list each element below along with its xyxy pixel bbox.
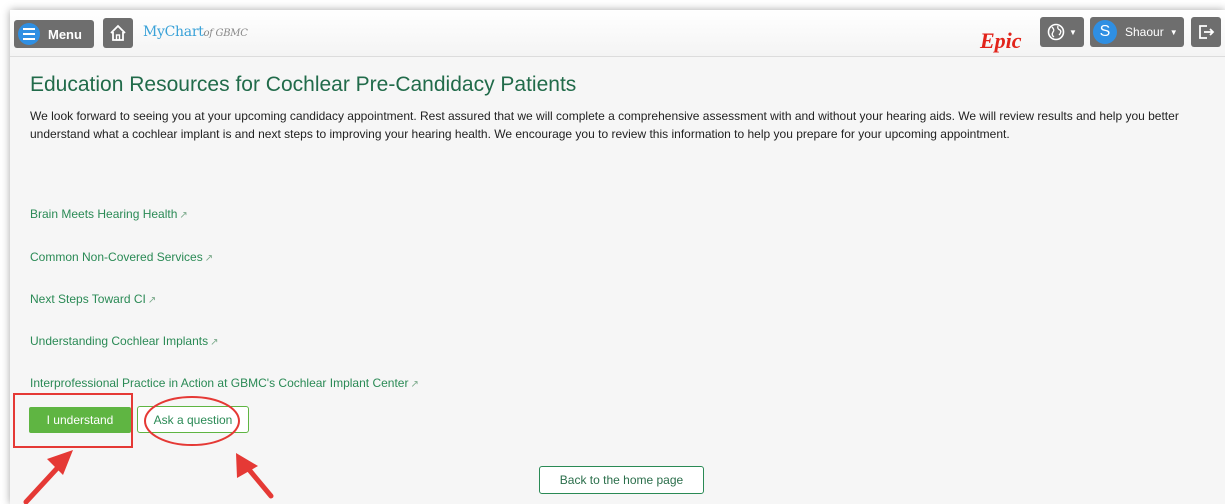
link-label: Interprofessional Practice in Action at … [30, 376, 409, 390]
logout-button[interactable] [1191, 17, 1221, 47]
i-understand-button[interactable]: I understand [29, 407, 131, 433]
link-label: Common Non-Covered Services [30, 250, 203, 264]
mychart-window: Menu MyChartof GBMC Epic ▼ S Shaour ▼ Ed… [10, 10, 1225, 504]
link-interprofessional-practice[interactable]: Interprofessional Practice in Action at … [30, 376, 419, 390]
home-button[interactable] [103, 18, 133, 48]
user-name: Shaour [1125, 25, 1164, 39]
link-label: Next Steps Toward CI [30, 292, 146, 306]
logo-text: MyChart [143, 24, 204, 40]
home-icon [110, 24, 126, 41]
external-link-icon: ↗ [179, 210, 188, 221]
menu-button[interactable]: Menu [14, 20, 94, 48]
arrow-right [236, 453, 274, 499]
link-label: Understanding Cochlear Implants [30, 334, 209, 348]
ask-a-question-button[interactable]: Ask a question [137, 406, 249, 433]
intro-paragraph: We look forward to seeing you at your up… [30, 109, 1179, 141]
user-menu-button[interactable]: S Shaour ▼ [1090, 17, 1184, 47]
menu-button-label: Menu [48, 26, 82, 42]
mychart-logo[interactable]: MyChartof GBMC [143, 24, 248, 40]
chevron-down-icon: ▼ [1069, 27, 1077, 37]
link-next-steps-toward-ci[interactable]: Next Steps Toward CI ↗ [30, 292, 156, 306]
chevron-down-icon: ▼ [1169, 27, 1178, 37]
link-label: Brain Meets Hearing Health [30, 207, 178, 221]
link-understanding-cochlear-implants[interactable]: Understanding Cochlear Implants ↗ [30, 334, 219, 348]
top-navigation-bar: Menu MyChartof GBMC Epic ▼ S Shaour ▼ [10, 10, 1225, 57]
link-common-non-covered-services[interactable]: Common Non-Covered Services ↗ [30, 250, 213, 264]
external-link-icon: ↗ [204, 253, 214, 264]
arrow-left [23, 450, 73, 504]
logout-icon [1199, 25, 1215, 39]
page-title: Education Resources for Cochlear Pre-Can… [30, 73, 577, 96]
epic-logo: Epic [980, 28, 1022, 53]
link-brain-meets-hearing-health[interactable]: Brain Meets Hearing Health ↗ [30, 207, 188, 221]
external-link-icon: ↗ [410, 379, 419, 390]
back-to-home-button[interactable]: Back to the home page [539, 466, 704, 494]
external-link-icon: ↗ [147, 295, 157, 306]
logo-suffix: of GBMC [203, 28, 248, 39]
globe-icon [1047, 23, 1065, 41]
external-link-icon: ↗ [210, 337, 219, 348]
language-button[interactable]: ▼ [1040, 17, 1084, 47]
hamburger-icon [18, 23, 40, 45]
avatar: S [1093, 20, 1117, 44]
